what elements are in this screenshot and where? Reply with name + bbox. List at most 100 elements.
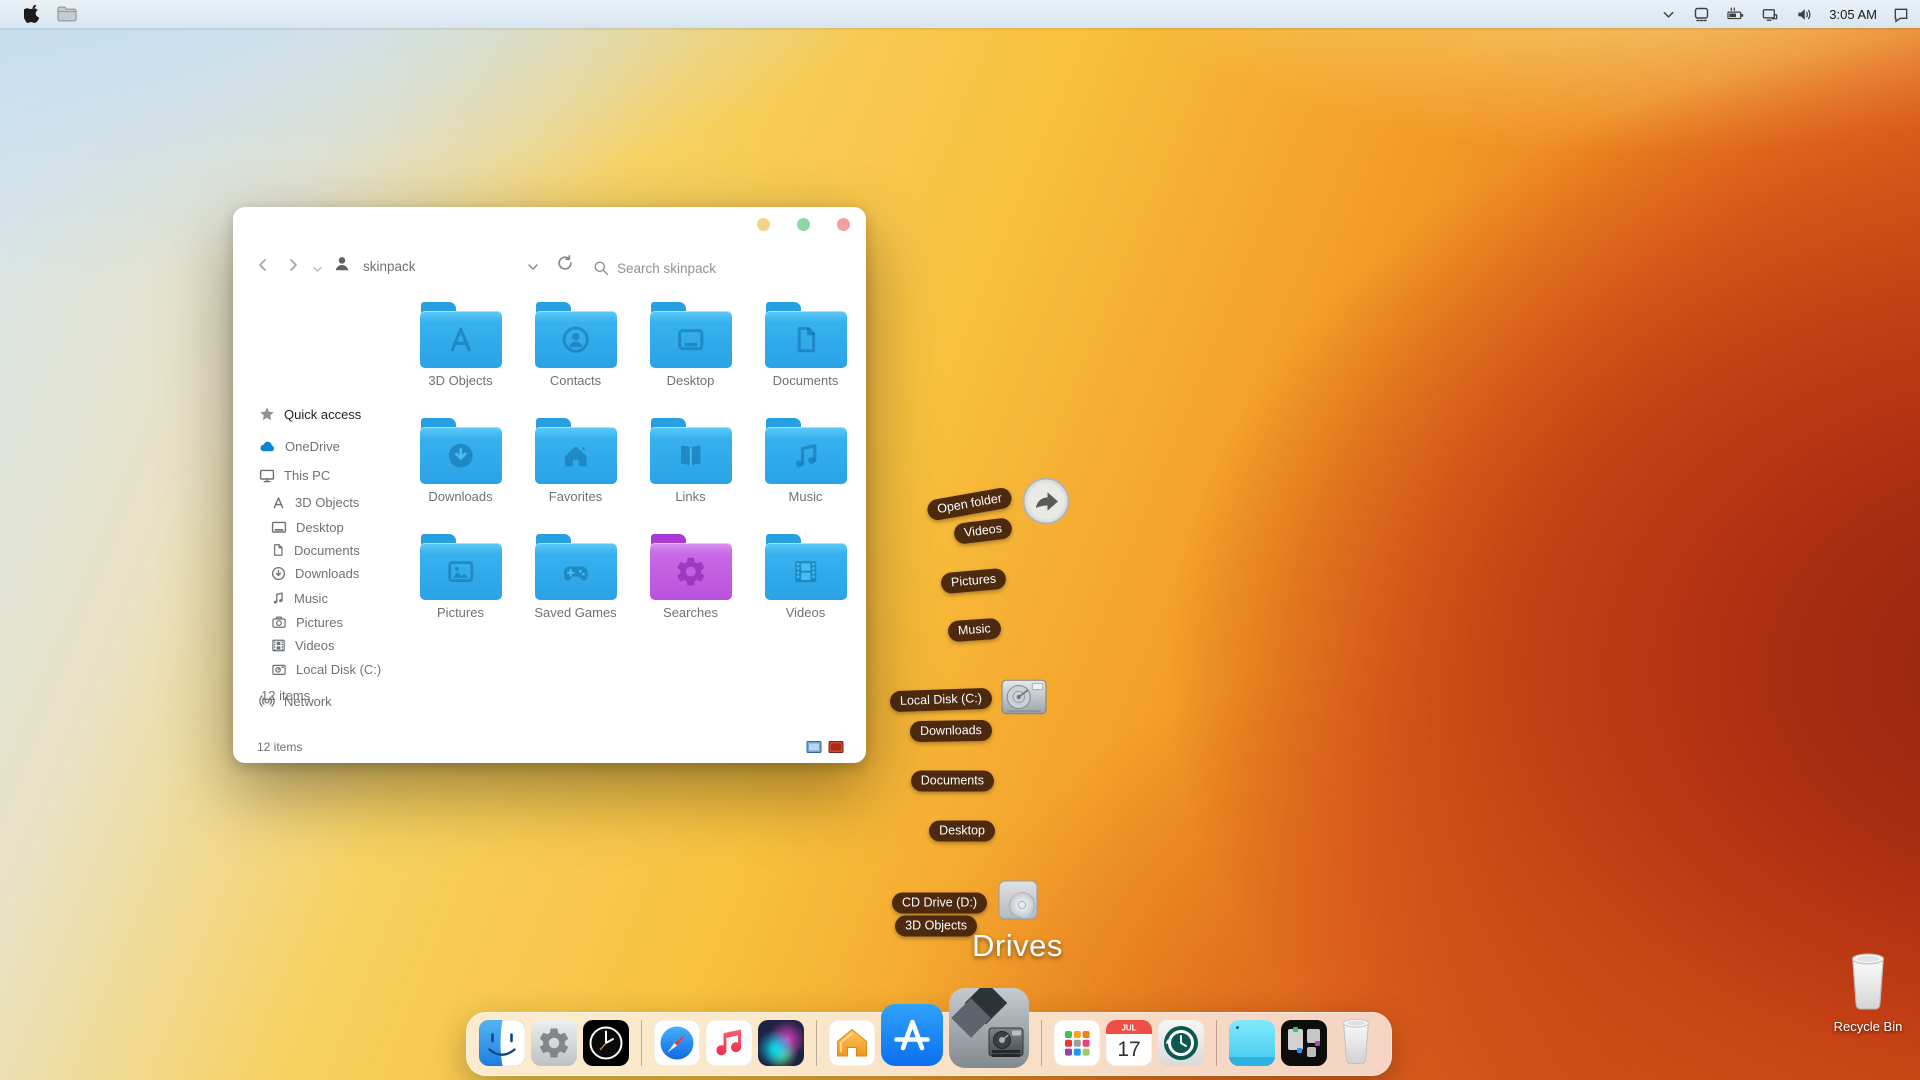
sidebar-item-pictures[interactable]: Pictures	[271, 612, 343, 632]
sidebar-item-label: Videos	[295, 638, 335, 653]
minimize-button[interactable]	[757, 218, 770, 231]
display-icon[interactable]	[1761, 6, 1780, 23]
folder-music[interactable]: Music	[751, 418, 861, 534]
folder-icon	[765, 418, 847, 484]
document-icon	[271, 542, 285, 558]
stack-label: Drives	[972, 928, 1063, 964]
action-center-icon[interactable]	[1892, 6, 1910, 23]
folder-icon	[420, 302, 502, 368]
sidebar-item-label: Desktop	[296, 520, 344, 535]
folder-links[interactable]: Links	[636, 418, 746, 534]
details-view-button[interactable]	[806, 740, 822, 759]
folder-3d-objects[interactable]: 3D Objects	[406, 302, 516, 418]
folder-documents[interactable]: Documents	[751, 302, 861, 418]
sidebar-item-desktop[interactable]: Desktop	[271, 517, 344, 537]
system-tray: 3:05 AM	[1660, 5, 1910, 23]
folder-label: 3D Objects	[428, 373, 492, 388]
dock-finder-icon[interactable]	[479, 1020, 525, 1066]
folder-pictures[interactable]: Pictures	[406, 534, 516, 650]
folder-desktop[interactable]: Desktop	[636, 302, 746, 418]
explorer-toolbar: skinpack	[233, 247, 866, 287]
refresh-icon[interactable]	[556, 254, 574, 277]
explorer-window: skinpack Quick access OneDrive This PC 3D O…	[233, 207, 866, 763]
sidebar-item-label: Local Disk (C:)	[296, 662, 381, 677]
search-input[interactable]	[617, 261, 807, 276]
folder-label: Favorites	[549, 489, 602, 504]
dock-separator	[816, 1020, 817, 1066]
sidebar-item-label: 3D Objects	[295, 495, 359, 510]
stack-item-label: Open folder	[925, 486, 1013, 521]
sidebar-item-downloads[interactable]: Downloads	[271, 563, 359, 583]
chevron-down-icon[interactable]	[1660, 6, 1677, 23]
dock-music-icon[interactable]	[706, 1020, 752, 1066]
search-box[interactable]	[593, 256, 843, 280]
objects3d-glyph	[420, 311, 502, 368]
selected-folder-preview: 12 items	[251, 686, 310, 703]
house-glyph	[535, 427, 617, 484]
volume-icon[interactable]	[1795, 6, 1814, 23]
dock-time-machine-icon[interactable]	[1158, 1020, 1204, 1066]
open-folder-icon	[1021, 476, 1071, 531]
star-icon	[259, 406, 275, 422]
icons-view-button[interactable]	[828, 740, 844, 759]
dock-drives-stack-icon[interactable]	[949, 988, 1029, 1068]
dock-launchpad-icon[interactable]	[1054, 1020, 1100, 1066]
recycle-bin-icon	[1839, 950, 1897, 1012]
folder-saved-games[interactable]: Saved Games	[521, 534, 631, 650]
folder-label: Videos	[786, 605, 826, 620]
preview-item-count: 12 items	[261, 688, 310, 703]
dock-mission-control-icon[interactable]	[1281, 1020, 1327, 1066]
tablet-icon[interactable]	[1692, 5, 1711, 23]
stack-item-open-folder[interactable]: Open folder	[1021, 476, 1071, 531]
folder-favorites[interactable]: Favorites	[521, 418, 631, 534]
dock-calendar-icon[interactable]: JUL17	[1106, 1020, 1152, 1066]
picture-glyph	[420, 543, 502, 600]
sidebar-item-quick-access[interactable]: Quick access	[259, 404, 361, 424]
dock-clock-icon[interactable]	[583, 1020, 629, 1066]
status-item-count: 12 items	[257, 740, 302, 754]
battery-icon[interactable]	[1726, 6, 1746, 23]
zoom-button[interactable]	[797, 218, 810, 231]
folder-label: Pictures	[437, 605, 484, 620]
tray-clock[interactable]: 3:05 AM	[1829, 7, 1877, 22]
sidebar-item-label: Pictures	[296, 615, 343, 630]
folder-label: Music	[789, 489, 823, 504]
apple-menu-icon[interactable]	[24, 5, 39, 23]
dock-trash-icon[interactable]	[1333, 1016, 1379, 1066]
close-button[interactable]	[837, 218, 850, 231]
folder-downloads[interactable]: Downloads	[406, 418, 516, 534]
address-chevron-down-icon[interactable]	[526, 260, 540, 278]
folder-searches[interactable]: Searches	[636, 534, 746, 650]
dock-safari-icon[interactable]	[654, 1020, 700, 1066]
monitor-icon	[259, 468, 275, 483]
recycle-bin[interactable]: Recycle Bin	[1808, 950, 1920, 1034]
sidebar-item-label: Downloads	[295, 566, 359, 581]
sidebar-item-documents[interactable]: Documents	[271, 540, 360, 560]
dock-app-store-icon[interactable]	[881, 1004, 943, 1066]
back-button[interactable]	[255, 257, 271, 278]
folder-contacts[interactable]: Contacts	[521, 302, 631, 418]
gamepad-glyph	[535, 543, 617, 600]
disk-icon	[271, 662, 287, 677]
menu-bar: 3:05 AM	[0, 0, 1920, 28]
dock-siri-icon[interactable]	[758, 1020, 804, 1066]
stack-item-local-disk-c[interactable]: Local Disk (C:)	[1001, 676, 1047, 723]
stack-item-cd-drive-d[interactable]: CD Drive (D:)	[996, 878, 1040, 927]
folder-label: Links	[675, 489, 705, 504]
dock-home-icon[interactable]	[829, 1020, 875, 1066]
folder-videos[interactable]: Videos	[751, 534, 861, 650]
sidebar-item-onedrive[interactable]: OneDrive	[259, 436, 340, 456]
sidebar-item-this-pc[interactable]: This PC	[259, 465, 330, 485]
downcircle-glyph	[420, 427, 502, 484]
sidebar-item-local-disk-c[interactable]: Local Disk (C:)	[271, 659, 381, 679]
dock-settings-icon[interactable]	[531, 1020, 577, 1066]
forward-button[interactable]	[285, 257, 301, 278]
sidebar-item-3d-objects[interactable]: 3D Objects	[271, 492, 359, 512]
finder-folder-menu-icon[interactable]	[57, 6, 77, 22]
sidebar-item-videos[interactable]: Videos	[271, 635, 335, 655]
sidebar-item-music[interactable]: Music	[271, 588, 328, 608]
recent-locations-chevron-icon[interactable]	[312, 261, 323, 279]
breadcrumb[interactable]: skinpack	[363, 259, 416, 274]
folder-label: Documents	[773, 373, 839, 388]
dock-stickies-icon[interactable]	[1229, 1020, 1275, 1066]
